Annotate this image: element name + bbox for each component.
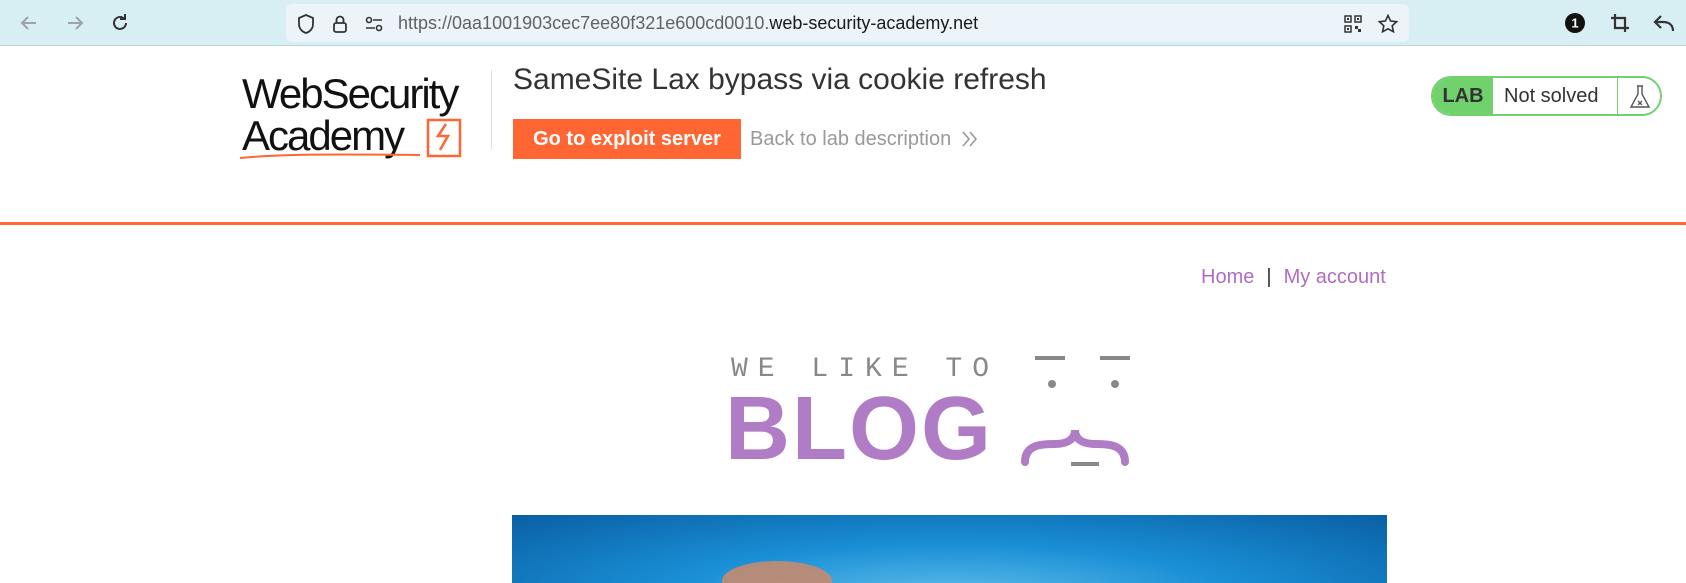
browser-toolbar: https://0aa1001903cec7ee80f321e600cd0010…	[0, 0, 1686, 46]
go-to-exploit-server-button[interactable]: Go to exploit server	[513, 119, 741, 159]
logo-word-academy: Academy	[242, 112, 405, 159]
extension-badge-icon[interactable]: 1	[1562, 10, 1588, 36]
crop-icon[interactable]	[1607, 10, 1633, 36]
lab-status-widget: LAB Not solved	[1431, 76, 1662, 116]
web-security-academy-logo[interactable]: WebSecurity Academy	[238, 70, 488, 162]
blog-logo: WE LIKE TO BLOG	[725, 350, 1175, 479]
site-permissions-icon[interactable]	[364, 14, 384, 34]
undo-arrow-icon[interactable]	[1651, 10, 1677, 36]
hero-image-subject	[722, 561, 832, 583]
status-divider	[1617, 78, 1618, 114]
blog-hero-image	[512, 515, 1387, 583]
lab-header: WebSecurity Academy SameSite Lax bypass …	[0, 46, 1686, 225]
flask-icon	[1628, 84, 1652, 110]
lab-title: SameSite Lax bypass via cookie refresh	[513, 63, 1047, 96]
back-arrow-icon[interactable]	[16, 10, 42, 36]
reload-icon[interactable]	[107, 10, 133, 36]
logo-word-web-security: WebSecurity	[242, 70, 459, 117]
home-link[interactable]: Home	[1201, 266, 1254, 288]
extension-badge-count: 1	[1571, 16, 1578, 31]
lock-icon[interactable]	[330, 14, 350, 34]
bookmark-star-icon[interactable]	[1378, 14, 1398, 34]
shield-icon[interactable]	[296, 14, 316, 34]
lab-status-text: Not solved	[1504, 85, 1599, 107]
address-bar[interactable]: https://0aa1001903cec7ee80f321e600cd0010…	[286, 4, 1409, 42]
url-text: https://0aa1001903cec7ee80f321e600cd0010…	[398, 13, 978, 34]
back-to-lab-description-link[interactable]: Back to lab description	[750, 128, 951, 151]
blog-logo-word: BLOG	[725, 379, 993, 479]
logo-divider	[491, 70, 492, 150]
qr-code-icon[interactable]	[1343, 14, 1363, 34]
url-domain: web-security-academy.net	[769, 13, 979, 33]
lab-label: LAB	[1433, 78, 1493, 114]
forward-arrow-icon[interactable]	[62, 10, 88, 36]
url-prefix: https://0aa1001903cec7ee80f321e600cd0010…	[398, 13, 770, 33]
blog-face-icon	[1015, 350, 1165, 472]
double-chevron-right-icon[interactable]	[961, 128, 979, 150]
nav-separator: |	[1266, 266, 1272, 288]
top-nav-links: Home | My account	[1201, 266, 1386, 289]
my-account-link[interactable]: My account	[1284, 266, 1386, 288]
